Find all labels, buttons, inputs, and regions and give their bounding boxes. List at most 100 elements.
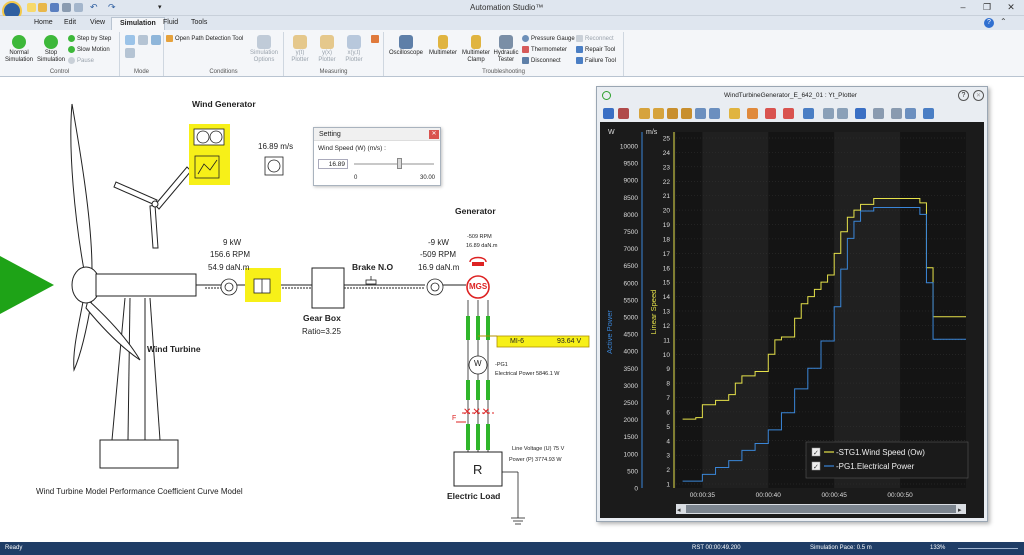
wind-speed-slider-thumb[interactable]: [397, 158, 403, 169]
zoom-slider[interactable]: [958, 548, 1018, 549]
print-plot-icon[interactable]: [891, 108, 902, 119]
repair-tool-button[interactable]: Repair Tool: [576, 46, 615, 53]
slow-motion-button[interactable]: Slow Motion: [68, 46, 110, 53]
yt-plotter-button[interactable]: y(t) Plotter: [287, 35, 313, 64]
cursor-icon[interactable]: [618, 108, 629, 119]
refresh-icon[interactable]: [709, 108, 720, 119]
multimeter-button[interactable]: Multimeter: [426, 35, 460, 57]
slider-min-label: 0: [354, 175, 358, 181]
mode-icon-3[interactable]: [151, 35, 161, 45]
reconnect-icon: [576, 35, 583, 42]
mode-icon-2[interactable]: [138, 35, 148, 45]
yx-plotter-button[interactable]: y(x) Plotter: [314, 35, 340, 64]
right-axis-tick-label: 11: [663, 337, 670, 344]
generator-symbol[interactable]: [466, 256, 490, 299]
help-icon[interactable]: ?: [984, 18, 994, 28]
mi6-value: 93.64 V: [557, 338, 582, 345]
xyt-plotter-button[interactable]: x(y,t) Plotter: [341, 35, 367, 64]
right-axis-tick-label: 13: [663, 309, 671, 316]
measuring-group: y(t) Plotter y(x) Plotter x(y,t) Plotter…: [284, 32, 384, 76]
minimize-button[interactable]: –: [952, 1, 974, 14]
disconnect-button[interactable]: Disconnect: [522, 57, 561, 64]
plot-area[interactable]: 1000095009000850080007500700065006000550…: [600, 122, 984, 518]
thermometer-button[interactable]: Thermometer: [522, 46, 567, 53]
zoom-fit-icon[interactable]: [695, 108, 706, 119]
delete-marker-icon[interactable]: [783, 108, 794, 119]
tab-tools[interactable]: Tools: [183, 17, 215, 30]
marker-icon[interactable]: [729, 108, 740, 119]
left-axis-tick-label: 1500: [624, 434, 639, 441]
status-bar: Ready RST 00:00:49.200 Simulation Pace: …: [0, 542, 1024, 555]
measure-icon[interactable]: [765, 108, 776, 119]
cut-icon[interactable]: [873, 108, 884, 119]
undo-icon[interactable]: ↶: [90, 2, 98, 13]
redo-icon[interactable]: ↷: [108, 2, 116, 13]
zoom-in-icon[interactable]: [639, 108, 650, 119]
slider-max-label: 30.00: [420, 175, 436, 181]
save-icon[interactable]: [50, 3, 59, 12]
scroll-right-icon: ▸: [958, 507, 962, 514]
multimeter-clamp-button[interactable]: Multimeter Clamp: [460, 35, 492, 64]
step-by-step-button[interactable]: Step by Step: [68, 35, 111, 42]
zoom-y-icon[interactable]: [681, 108, 692, 119]
pressure-gauge-button[interactable]: Pressure Gauge: [522, 35, 575, 42]
measuring-extra-icon[interactable]: [371, 35, 379, 43]
path-detection-icon: [166, 35, 173, 42]
wind-speed-slider-track[interactable]: [354, 163, 434, 165]
hydraulic-tester-button[interactable]: Hydraulic Tester: [492, 35, 520, 64]
zoom-out-icon[interactable]: [653, 108, 664, 119]
mode-icon-4[interactable]: [125, 48, 135, 58]
oscilloscope-button[interactable]: Oscilloscope: [386, 35, 426, 57]
setting-close-button[interactable]: ✕: [429, 130, 439, 139]
tab-edit[interactable]: Edit: [56, 17, 84, 30]
wind-speed-input[interactable]: 16.89: [318, 159, 348, 169]
stop-simulation-button[interactable]: Stop Simulation: [36, 35, 66, 64]
plotter-close-icon[interactable]: ✕: [973, 90, 984, 101]
simulation-pace: Simulation Pace: 0.5 m: [810, 545, 872, 551]
failure-tool-button[interactable]: Failure Tool: [576, 57, 616, 64]
rotor-sensor[interactable]: [220, 278, 238, 296]
simulation-options-button[interactable]: Simulation Options: [248, 35, 280, 64]
generator-sensor[interactable]: [426, 278, 444, 296]
new-file-icon[interactable]: [27, 3, 36, 12]
open-file-icon[interactable]: [38, 3, 47, 12]
zoom-x-icon[interactable]: [667, 108, 678, 119]
normal-simulation-button[interactable]: Normal Simulation: [3, 35, 35, 64]
open-path-detection-button[interactable]: Open Path Detection Tool: [166, 35, 243, 42]
load-symbol: R: [473, 462, 483, 477]
brake-symbol[interactable]: [365, 276, 377, 285]
ribbon-options-icon[interactable]: ⌃: [1000, 17, 1007, 26]
plot-time-band: [834, 132, 901, 488]
title-bar: ↶ ↷ ▾ Automation Studio™ – ❐ ✕: [0, 0, 1024, 21]
trend-icon[interactable]: [803, 108, 814, 119]
label-icon[interactable]: [747, 108, 758, 119]
pause-button[interactable]: Pause: [68, 57, 94, 64]
reconnect-button[interactable]: Reconnect: [576, 35, 614, 42]
copy-icon[interactable]: [74, 3, 83, 12]
coupling-symbol[interactable]: [253, 278, 271, 294]
wind-speed-sensor[interactable]: [264, 156, 284, 176]
print-icon[interactable]: [62, 3, 71, 12]
tab-view[interactable]: View: [82, 17, 113, 30]
wind-turbine-title: Wind Turbine: [147, 344, 201, 354]
tab-fluid[interactable]: Fluid: [155, 17, 186, 30]
eye-icon[interactable]: [823, 108, 834, 119]
visibility-icon[interactable]: [837, 108, 848, 119]
maximize-button[interactable]: ❐: [976, 1, 998, 14]
close-button[interactable]: ✕: [1000, 1, 1022, 14]
mode-icon-1[interactable]: [125, 35, 135, 45]
plotter-power-icon[interactable]: [602, 91, 611, 100]
hydraulic-tester-icon: [499, 35, 513, 49]
export-icon[interactable]: [923, 108, 934, 119]
gearbox-box[interactable]: [311, 267, 345, 309]
copy-plot-icon[interactable]: [905, 108, 916, 119]
customize-quick-access-icon[interactable]: ▾: [158, 3, 162, 11]
wind-generator-title: Wind Generator: [192, 99, 256, 109]
right-axis-tick-label: 6: [666, 409, 670, 416]
plotter-help-icon[interactable]: ?: [958, 90, 969, 101]
measuring-group-label: Measuring: [319, 69, 348, 75]
pause-plot-icon[interactable]: [603, 108, 614, 119]
settings-icon[interactable]: [855, 108, 866, 119]
setting-dialog[interactable]: Setting ✕ Wind Speed (W) (m/s) : 16.89 0…: [313, 127, 441, 186]
right-axis-tick-label: 12: [663, 323, 671, 330]
